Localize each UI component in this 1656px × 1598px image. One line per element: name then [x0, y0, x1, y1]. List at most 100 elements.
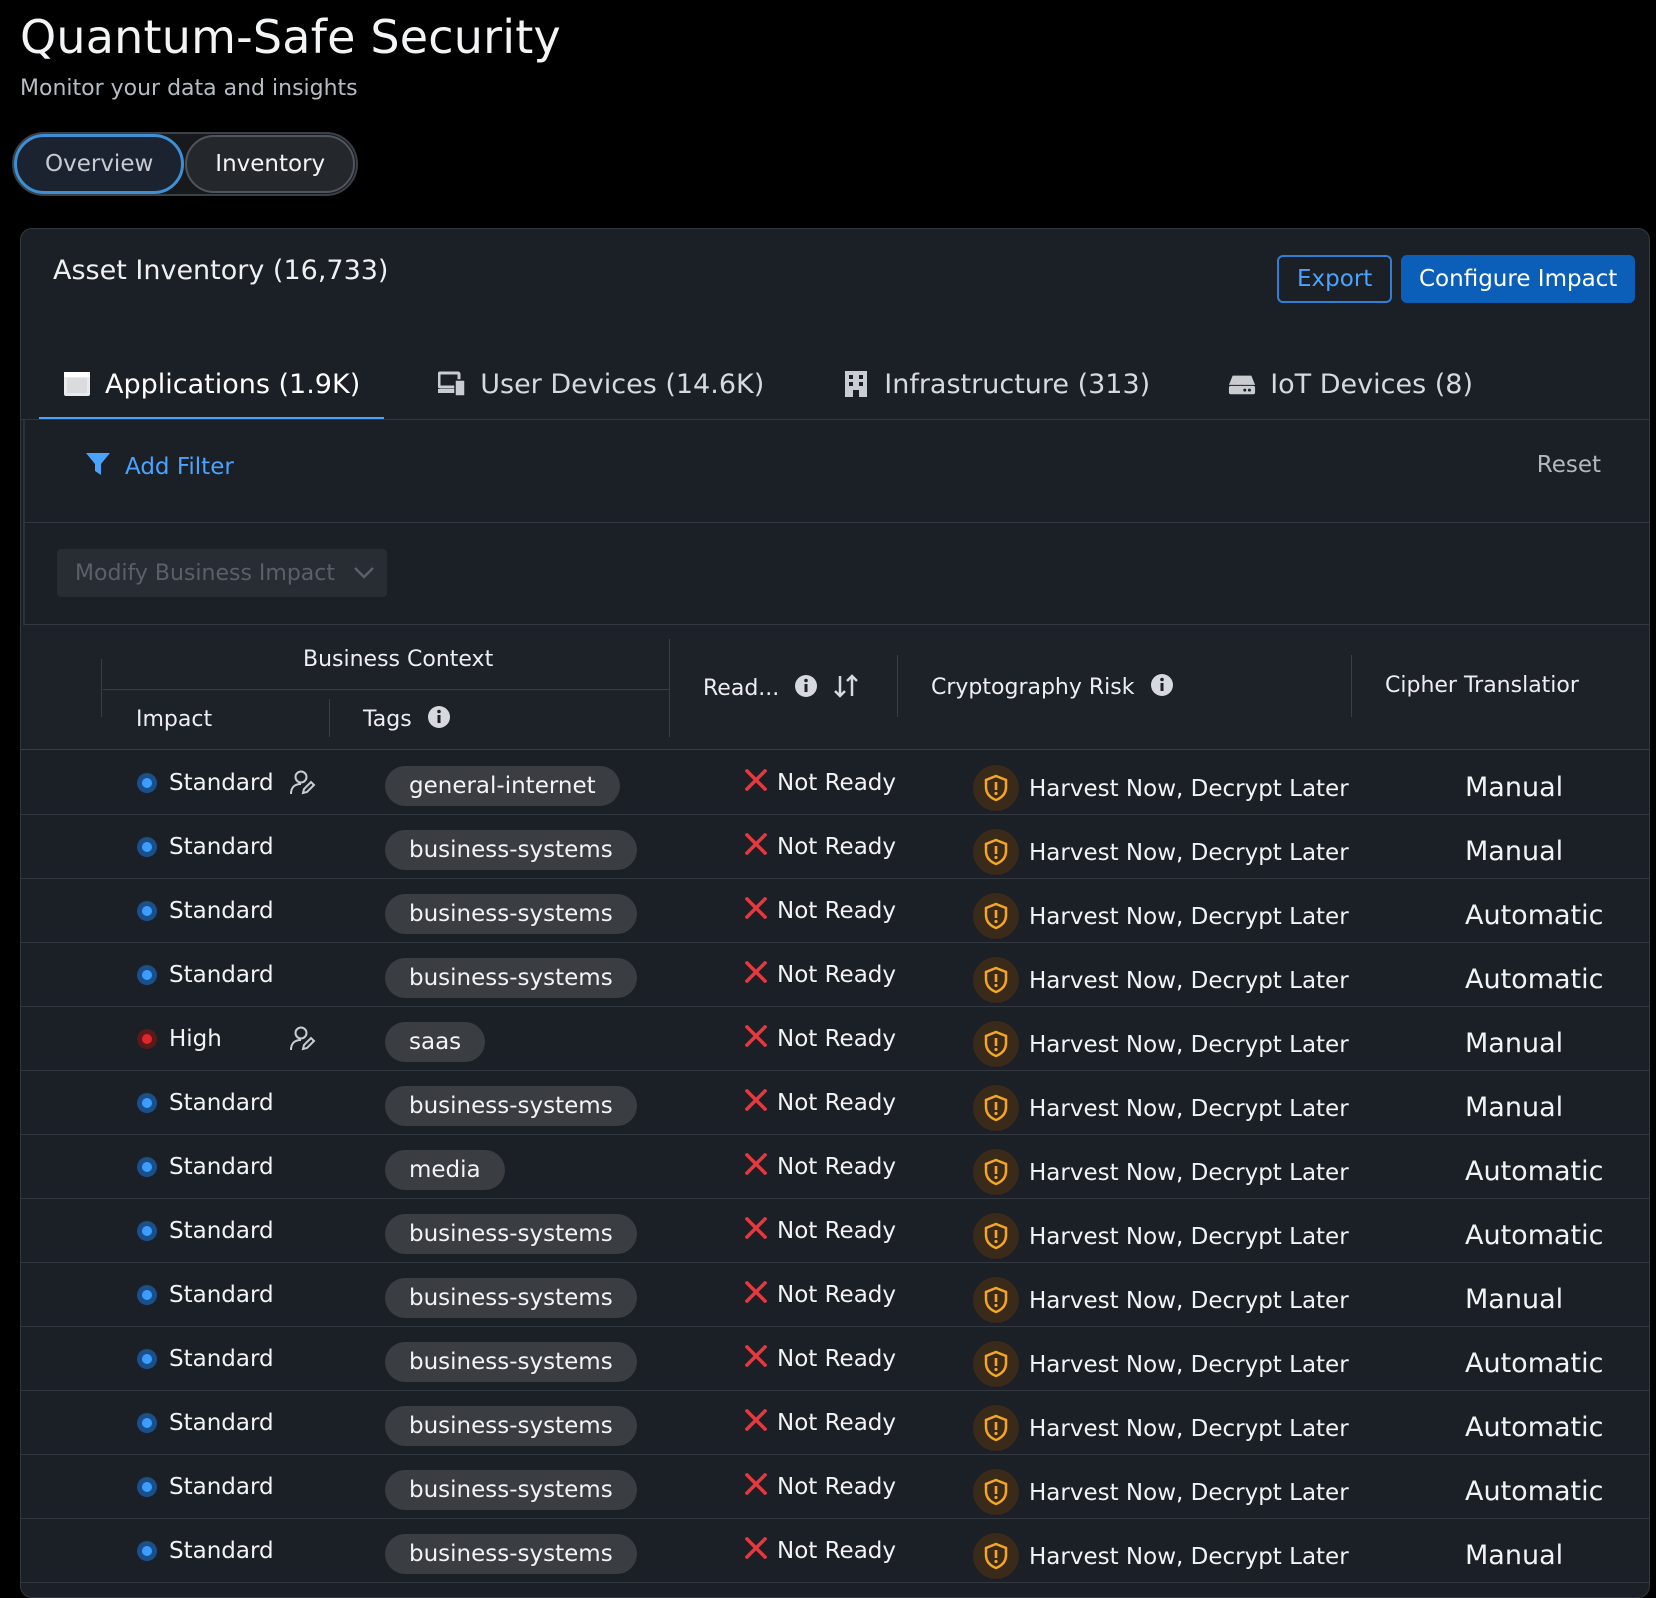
tag-chip[interactable]: general-internet: [385, 766, 620, 806]
risk-label: Harvest Now, Decrypt Later: [1029, 904, 1349, 930]
close-icon: [744, 1408, 768, 1437]
impact-cell[interactable]: Standard: [137, 1455, 274, 1519]
table-row[interactable]: Standard business-systems Not Ready Harv…: [21, 1455, 1649, 1519]
close-icon: [744, 768, 768, 797]
table-row[interactable]: Standard business-systems Not Ready Harv…: [21, 1327, 1649, 1391]
shield-alert-icon: [973, 1213, 1019, 1259]
tab-iot-devices[interactable]: IoT Devices (8): [1204, 347, 1497, 421]
impact-label: Standard: [169, 1474, 274, 1500]
impact-cell[interactable]: Standard: [137, 815, 274, 879]
cipher-translation-cell: Manual: [1465, 835, 1564, 867]
table-row[interactable]: High saas Not Ready Harvest Now, Decrypt…: [21, 1007, 1649, 1071]
user-edit-icon[interactable]: [289, 1025, 317, 1057]
tab-label: User Devices (14.6K): [480, 368, 765, 400]
impact-label: Standard: [169, 770, 274, 796]
impact-status-dot: [137, 773, 157, 793]
table-row[interactable]: Standard business-systems Not Ready Harv…: [21, 1199, 1649, 1263]
readiness-column-header[interactable]: Read...: [703, 673, 859, 705]
tag-chip[interactable]: media: [385, 1150, 505, 1190]
impact-cell[interactable]: Standard: [137, 1519, 274, 1583]
filter-icon: [85, 452, 111, 482]
table-row[interactable]: Standard media Not Ready Harvest Now, De…: [21, 1135, 1649, 1199]
tab-infrastructure[interactable]: Infrastructure (313): [818, 347, 1174, 421]
info-icon[interactable]: [794, 674, 818, 704]
close-icon: [744, 1536, 768, 1565]
table-row[interactable]: Standard business-systems Not Ready Harv…: [21, 815, 1649, 879]
impact-cell[interactable]: Standard: [137, 1391, 274, 1455]
readiness-cell: Not Ready: [744, 1327, 896, 1391]
readiness-label: Not Ready: [777, 770, 897, 796]
impact-status-dot: [137, 837, 157, 857]
card-title: Asset Inventory (16,733): [53, 255, 389, 286]
tag-chip[interactable]: business-systems: [385, 1470, 637, 1510]
impact-column-header[interactable]: Impact: [136, 707, 212, 732]
readiness-label: Not Ready: [777, 1154, 897, 1180]
impact-cell[interactable]: Standard: [137, 1135, 274, 1199]
impact-cell[interactable]: Standard: [137, 751, 274, 815]
tag-chip[interactable]: business-systems: [385, 1534, 637, 1574]
risk-cell: Harvest Now, Decrypt Later: [973, 1007, 1349, 1071]
readiness-cell: Not Ready: [744, 1263, 896, 1327]
tab-applications[interactable]: Applications (1.9K): [39, 347, 385, 421]
cryptography-risk-column-header[interactable]: Cryptography Risk: [931, 673, 1174, 703]
table-row[interactable]: Standard general-internet Not Ready Harv…: [21, 751, 1649, 815]
table-row[interactable]: Standard business-systems Not Ready Harv…: [21, 1263, 1649, 1327]
cipher-translation-cell: Automatic: [1465, 1347, 1604, 1379]
info-icon[interactable]: [1150, 673, 1174, 703]
tag-chip[interactable]: saas: [385, 1022, 486, 1062]
modify-business-impact-dropdown[interactable]: Modify Business Impact: [57, 549, 387, 597]
risk-cell: Harvest Now, Decrypt Later: [973, 751, 1349, 815]
tag-chip[interactable]: business-systems: [385, 1278, 637, 1318]
readiness-label: Not Ready: [777, 1474, 897, 1500]
tag-chip[interactable]: business-systems: [385, 958, 637, 998]
user-edit-icon[interactable]: [289, 769, 317, 801]
cipher-translation-cell: Manual: [1465, 1027, 1564, 1059]
tag-cell: saas: [385, 1007, 486, 1071]
impact-cell[interactable]: Standard: [137, 1263, 274, 1327]
risk-label: Harvest Now, Decrypt Later: [1029, 1160, 1349, 1186]
impact-cell[interactable]: Standard: [137, 879, 274, 943]
tags-column-header[interactable]: Tags: [363, 705, 451, 735]
readiness-cell: Not Ready: [744, 751, 897, 815]
sort-icon[interactable]: [833, 673, 859, 705]
table-row[interactable]: Standard business-systems Not Ready Harv…: [21, 1391, 1649, 1455]
readiness-label: Not Ready: [777, 1090, 897, 1116]
tag-chip[interactable]: business-systems: [385, 894, 637, 934]
add-filter-button[interactable]: Add Filter: [85, 452, 234, 482]
table-row[interactable]: Standard business-systems Not Ready Harv…: [21, 1519, 1649, 1583]
tag-chip[interactable]: business-systems: [385, 1086, 637, 1126]
export-button[interactable]: Export: [1277, 255, 1393, 303]
tag-chip[interactable]: business-systems: [385, 1342, 637, 1382]
readiness-cell: Not Ready: [744, 815, 896, 879]
inventory-button[interactable]: Inventory: [185, 135, 356, 193]
readiness-cell: Not Ready: [744, 943, 896, 1007]
risk-cell: Harvest Now, Decrypt Later: [973, 1455, 1349, 1519]
tag-chip[interactable]: business-systems: [385, 830, 637, 870]
tag-chip[interactable]: business-systems: [385, 1214, 637, 1254]
table-row[interactable]: Standard business-systems Not Ready Harv…: [21, 1071, 1649, 1135]
table-row[interactable]: Standard business-systems Not Ready Harv…: [21, 879, 1649, 943]
tab-user-devices[interactable]: User Devices (14.6K): [414, 347, 788, 421]
cipher-translation-column-header[interactable]: Cipher Translatior: [1385, 673, 1579, 698]
tag-cell: business-systems: [385, 1263, 637, 1327]
tag-chip[interactable]: business-systems: [385, 1406, 637, 1446]
configure-impact-button[interactable]: Configure Impact: [1401, 255, 1636, 303]
impact-cell[interactable]: Standard: [137, 943, 274, 1007]
impact-cell[interactable]: Standard: [137, 1071, 274, 1135]
info-icon[interactable]: [427, 705, 451, 735]
cipher-translation-cell: Automatic: [1465, 899, 1604, 931]
iot-device-icon: [1228, 370, 1256, 398]
impact-label: High: [169, 1026, 222, 1052]
reset-button[interactable]: Reset: [1537, 452, 1601, 478]
impact-cell[interactable]: Standard: [137, 1199, 274, 1263]
table-row[interactable]: Standard business-systems Not Ready Harv…: [21, 943, 1649, 1007]
readiness-cell: Not Ready: [744, 1007, 896, 1071]
cipher-translation-cell: Automatic: [1465, 963, 1604, 995]
devices-icon: [438, 370, 466, 398]
impact-cell[interactable]: High: [137, 1007, 222, 1071]
shield-alert-icon: [973, 1533, 1019, 1579]
tab-label: IoT Devices (8): [1270, 368, 1473, 400]
risk-label: Harvest Now, Decrypt Later: [1029, 776, 1349, 802]
overview-button[interactable]: Overview: [14, 134, 185, 194]
impact-cell[interactable]: Standard: [137, 1327, 274, 1391]
